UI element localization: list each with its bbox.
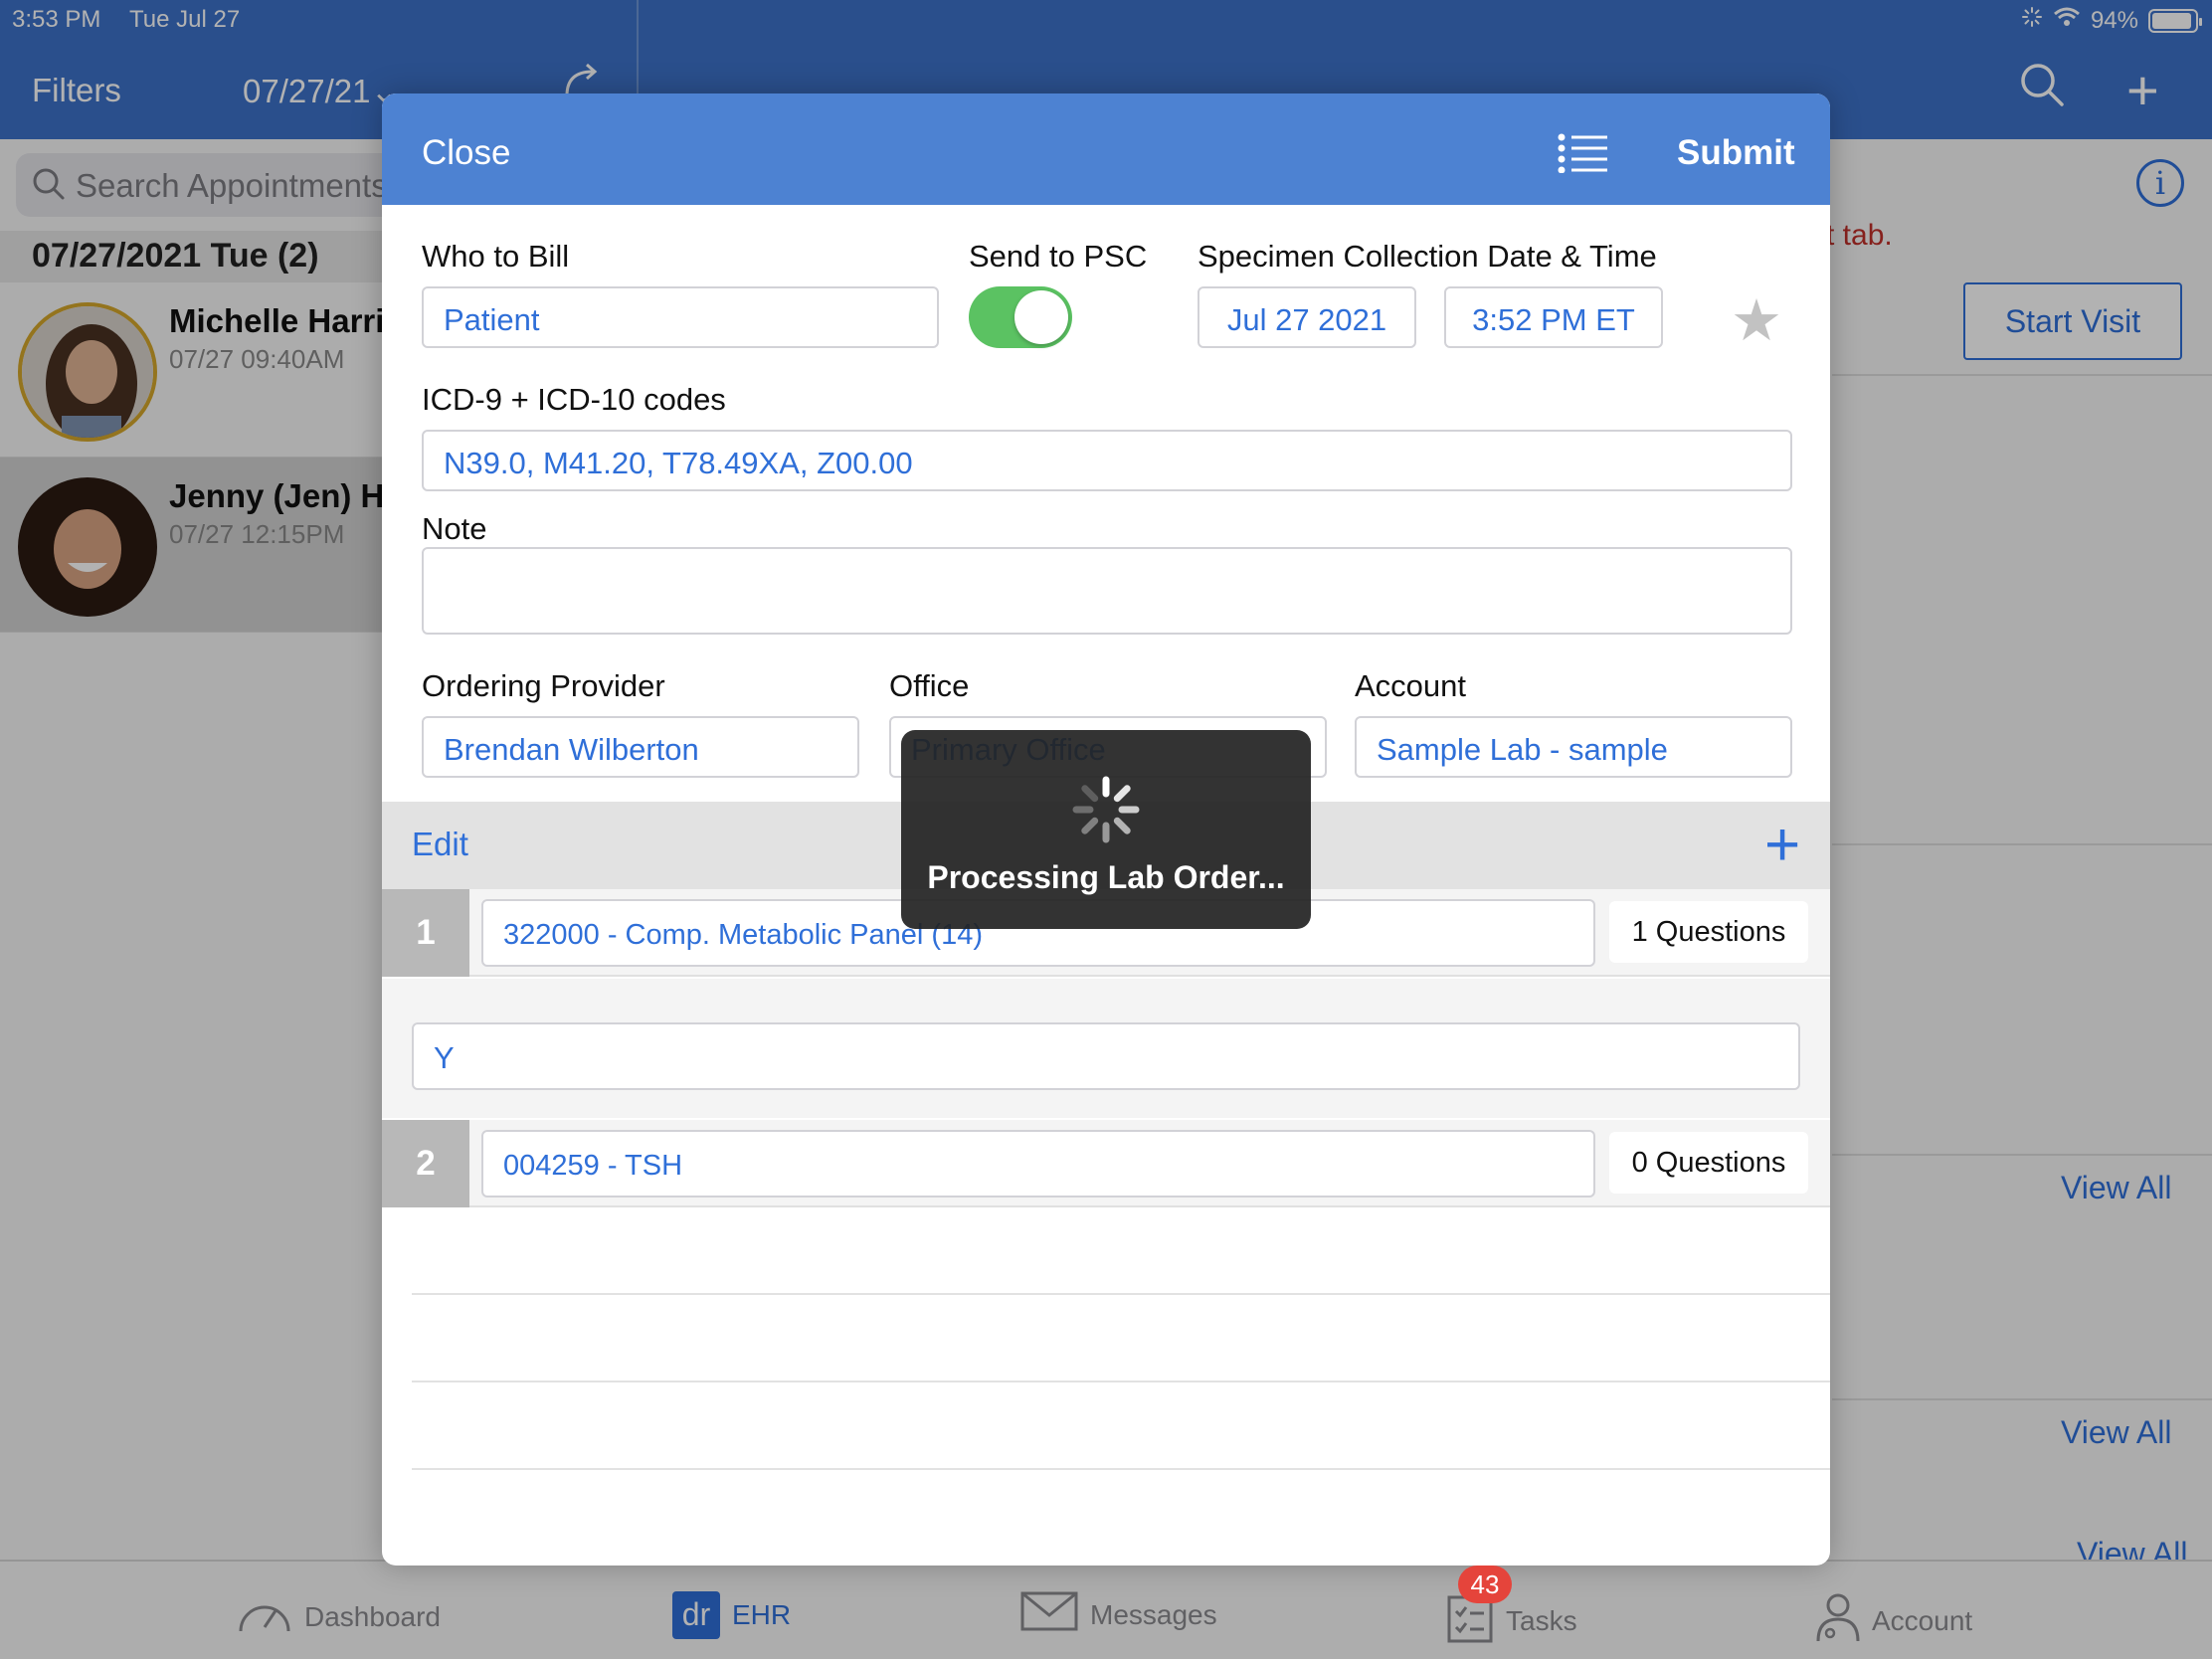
account-label: Account	[1355, 668, 1467, 703]
questions-button[interactable]: 1 Questions	[1609, 901, 1808, 963]
test-row: 2 004259 - TSH 0 Questions	[382, 1120, 1830, 1207]
office-label: Office	[889, 668, 970, 703]
empty-row-divider	[412, 1468, 1830, 1470]
test-number: 2	[382, 1120, 469, 1207]
who-to-bill-label: Who to Bill	[422, 239, 570, 274]
edit-button[interactable]: Edit	[412, 826, 468, 863]
toggle-knob	[1014, 290, 1068, 344]
star-list-icon[interactable]	[1558, 133, 1609, 178]
ordering-provider-label: Ordering Provider	[422, 668, 665, 703]
spinner-icon	[1070, 774, 1142, 850]
specimen-collection-label: Specimen Collection Date & Time	[1198, 239, 1657, 274]
close-button[interactable]: Close	[422, 133, 510, 173]
ordering-provider-field[interactable]: Brendan Wilberton	[422, 716, 859, 778]
specimen-time-field[interactable]: 3:52 PM ET	[1444, 286, 1663, 348]
note-label: Note	[422, 511, 487, 546]
tasks-badge: 43	[1458, 1566, 1512, 1603]
specimen-date-field[interactable]: Jul 27 2021	[1198, 286, 1416, 348]
questions-button[interactable]: 0 Questions	[1609, 1132, 1808, 1194]
star-icon[interactable]: ★	[1731, 286, 1782, 354]
who-to-bill-field[interactable]: Patient	[422, 286, 939, 348]
send-to-psc-toggle[interactable]	[969, 286, 1072, 348]
icd-codes-field[interactable]: N39.0, M41.20, T78.49XA, Z00.00	[422, 430, 1792, 491]
empty-row-divider	[412, 1381, 1830, 1382]
send-to-psc-label: Send to PSC	[969, 239, 1148, 274]
test-number: 1	[382, 889, 469, 977]
processing-hud: Processing Lab Order...	[901, 730, 1311, 929]
test-field[interactable]: 004259 - TSH	[481, 1130, 1595, 1198]
empty-row-divider	[412, 1293, 1830, 1295]
modal-header: Close Submit	[382, 93, 1830, 205]
processing-message: Processing Lab Order...	[927, 859, 1285, 895]
account-field[interactable]: Sample Lab - sample	[1355, 716, 1792, 778]
note-field[interactable]	[422, 547, 1792, 635]
question-answer-area: Y	[382, 979, 1830, 1118]
submit-button[interactable]: Submit	[1677, 133, 1795, 173]
add-test-icon[interactable]: +	[1764, 810, 1800, 880]
answer-field[interactable]: Y	[412, 1022, 1800, 1090]
icd-codes-label: ICD-9 + ICD-10 codes	[422, 382, 726, 417]
